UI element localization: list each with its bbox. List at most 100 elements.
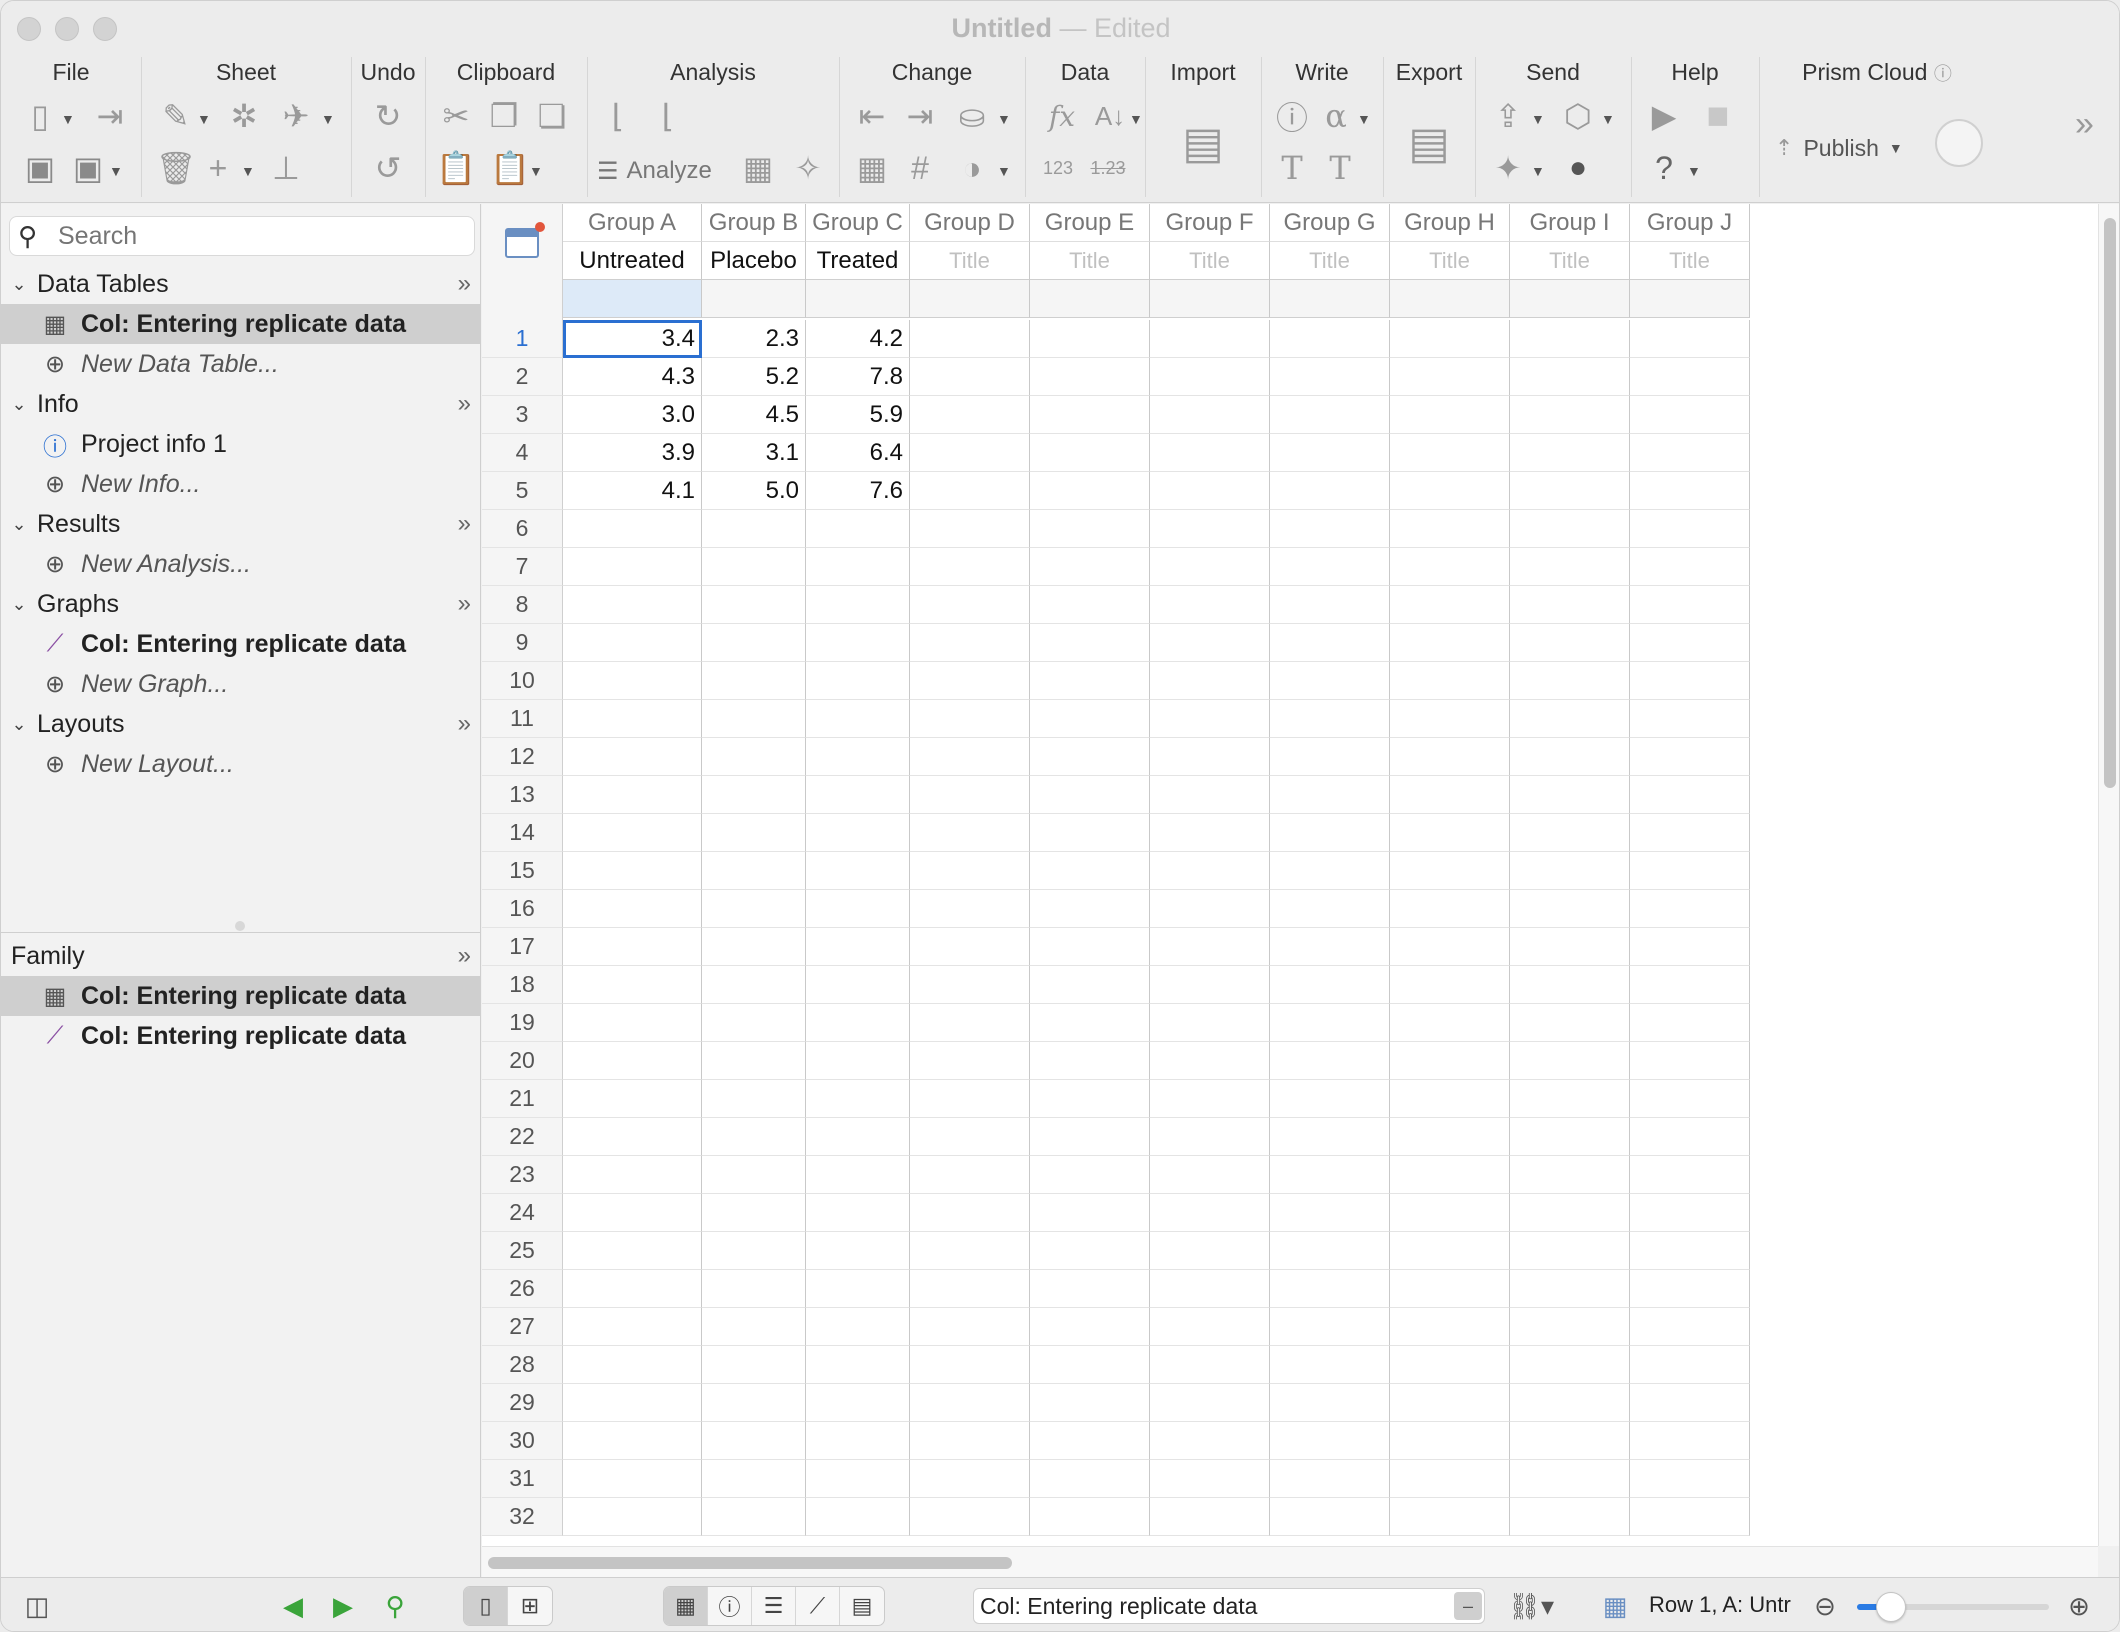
table-cell[interactable] bbox=[563, 928, 702, 966]
table-cell[interactable]: 3.1 bbox=[702, 434, 806, 472]
data-table-icon[interactable]: ▦ bbox=[664, 1587, 708, 1625]
table-cell[interactable] bbox=[1030, 1194, 1150, 1232]
toggle-sidebar-icon[interactable]: ◫ bbox=[19, 1588, 55, 1624]
sheet-menu-button[interactable]: – bbox=[1454, 1592, 1482, 1620]
layout-icon[interactable]: ▤ bbox=[840, 1587, 884, 1625]
table-cell[interactable] bbox=[702, 814, 806, 852]
table-cell[interactable] bbox=[806, 624, 910, 662]
text-icon[interactable]: T bbox=[1271, 149, 1313, 187]
table-cell[interactable] bbox=[702, 1346, 806, 1384]
row-number[interactable]: 32 bbox=[482, 1498, 563, 1536]
table-cell[interactable] bbox=[1150, 1194, 1270, 1232]
table-cell[interactable] bbox=[563, 586, 702, 624]
row-number[interactable]: 20 bbox=[482, 1042, 563, 1080]
column-header[interactable]: Group H bbox=[1390, 204, 1510, 242]
chevron-down-icon[interactable]: ▼ bbox=[997, 163, 1011, 179]
table-cell[interactable] bbox=[1030, 928, 1150, 966]
table-cell[interactable] bbox=[1510, 738, 1630, 776]
horizontal-scrollbar[interactable] bbox=[482, 1546, 2098, 1577]
table-cell[interactable] bbox=[1390, 890, 1510, 928]
table-cell[interactable] bbox=[1030, 1080, 1150, 1118]
axis-icon[interactable]: ⌊ bbox=[597, 97, 639, 135]
table-cell[interactable] bbox=[1510, 966, 1630, 1004]
table-cell[interactable] bbox=[1270, 396, 1390, 434]
table-cell[interactable] bbox=[910, 700, 1030, 738]
table-cell[interactable] bbox=[702, 1156, 806, 1194]
row-number[interactable]: 6 bbox=[482, 510, 563, 548]
table-cell[interactable] bbox=[1510, 1004, 1630, 1042]
row-number[interactable]: 2 bbox=[482, 358, 563, 396]
table-cell[interactable] bbox=[1390, 1004, 1510, 1042]
table-cell[interactable] bbox=[910, 1194, 1030, 1232]
next-sheet-icon[interactable]: ▶ bbox=[325, 1588, 361, 1624]
section-graphs[interactable]: ⌄ Graphs » bbox=[1, 584, 481, 624]
table-cell[interactable] bbox=[563, 548, 702, 586]
table-cell[interactable] bbox=[910, 1042, 1030, 1080]
table-cell[interactable] bbox=[1510, 1080, 1630, 1118]
table-cell[interactable]: 7.6 bbox=[806, 472, 910, 510]
table-cell[interactable] bbox=[563, 1042, 702, 1080]
table-cell[interactable] bbox=[563, 1080, 702, 1118]
analyze-button[interactable]: ☰ Analyze bbox=[597, 153, 712, 189]
table-cell[interactable] bbox=[1150, 586, 1270, 624]
table-cell[interactable] bbox=[1270, 966, 1390, 1004]
sort-icon[interactable]: A↓ bbox=[1089, 97, 1131, 135]
row-number[interactable]: 5 bbox=[482, 472, 563, 510]
table-cell[interactable] bbox=[1630, 928, 1750, 966]
magic-wand-icon[interactable]: ✧ bbox=[787, 149, 829, 187]
table-cell[interactable] bbox=[1030, 396, 1150, 434]
column-title[interactable]: Untreated bbox=[563, 242, 702, 280]
table-cell[interactable] bbox=[1270, 320, 1390, 358]
table-cell[interactable] bbox=[806, 1270, 910, 1308]
table-cell[interactable] bbox=[1390, 472, 1510, 510]
table-cell[interactable] bbox=[563, 510, 702, 548]
learn-icon[interactable]: ■ bbox=[1697, 95, 1739, 137]
table-cell[interactable]: 2.3 bbox=[702, 320, 806, 358]
table-cell[interactable] bbox=[1150, 320, 1270, 358]
table-cell[interactable] bbox=[1510, 852, 1630, 890]
column-header[interactable]: Group G bbox=[1270, 204, 1390, 242]
table-cell[interactable] bbox=[1630, 1422, 1750, 1460]
table-cell[interactable]: 4.1 bbox=[563, 472, 702, 510]
table-cell[interactable] bbox=[806, 776, 910, 814]
table-cell[interactable] bbox=[1150, 1080, 1270, 1118]
table-cell[interactable] bbox=[563, 700, 702, 738]
toolbar-overflow-icon[interactable]: » bbox=[2075, 105, 2094, 144]
table-cell[interactable] bbox=[1630, 662, 1750, 700]
table-cell[interactable] bbox=[1510, 928, 1630, 966]
table-cell[interactable] bbox=[910, 738, 1030, 776]
table-cell[interactable] bbox=[702, 662, 806, 700]
subcolumn-header[interactable] bbox=[702, 280, 806, 318]
sidebar-item-new-graph[interactable]: ⊕ New Graph... bbox=[1, 664, 481, 704]
table-cell[interactable] bbox=[1630, 1042, 1750, 1080]
table-cell[interactable] bbox=[1270, 434, 1390, 472]
row-number[interactable]: 26 bbox=[482, 1270, 563, 1308]
table-cell[interactable] bbox=[1150, 738, 1270, 776]
table-cell[interactable] bbox=[702, 1270, 806, 1308]
column-title[interactable]: Title bbox=[1270, 242, 1390, 280]
table-cell[interactable] bbox=[1630, 396, 1750, 434]
sidebar-item-new-data-table[interactable]: ⊕ New Data Table... bbox=[1, 344, 481, 384]
table-cell[interactable] bbox=[563, 1460, 702, 1498]
table-cell[interactable]: 4.5 bbox=[702, 396, 806, 434]
table-cell[interactable] bbox=[1390, 966, 1510, 1004]
table-cell[interactable] bbox=[910, 472, 1030, 510]
chevron-down-icon[interactable]: ▼ bbox=[241, 163, 255, 179]
table-cell[interactable] bbox=[1030, 434, 1150, 472]
table-cell[interactable] bbox=[1030, 472, 1150, 510]
section-results[interactable]: ⌄ Results » bbox=[1, 504, 481, 544]
table-cell[interactable] bbox=[910, 510, 1030, 548]
table-cell[interactable] bbox=[910, 1346, 1030, 1384]
share-icon[interactable]: ⇪ bbox=[1487, 97, 1529, 135]
text-box-icon[interactable]: T bbox=[1319, 149, 1361, 187]
table-cell[interactable] bbox=[910, 1232, 1030, 1270]
table-cell[interactable] bbox=[1390, 1194, 1510, 1232]
table-cell[interactable] bbox=[1030, 1384, 1150, 1422]
table-cell[interactable] bbox=[1630, 814, 1750, 852]
table-cell[interactable] bbox=[1390, 320, 1510, 358]
table-cell[interactable] bbox=[1630, 890, 1750, 928]
row-number[interactable]: 9 bbox=[482, 624, 563, 662]
table-cell[interactable] bbox=[806, 1460, 910, 1498]
table-cell[interactable] bbox=[1270, 1004, 1390, 1042]
save-icon[interactable]: ▣ bbox=[19, 149, 61, 187]
